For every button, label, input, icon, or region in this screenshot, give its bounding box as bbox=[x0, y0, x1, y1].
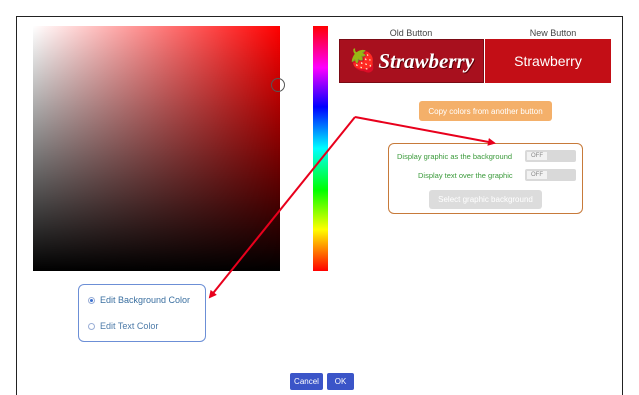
annotation-arrows bbox=[208, 116, 496, 299]
arrow-to-edit-background bbox=[208, 116, 356, 299]
arrow-to-graphic-panel bbox=[354, 116, 496, 146]
